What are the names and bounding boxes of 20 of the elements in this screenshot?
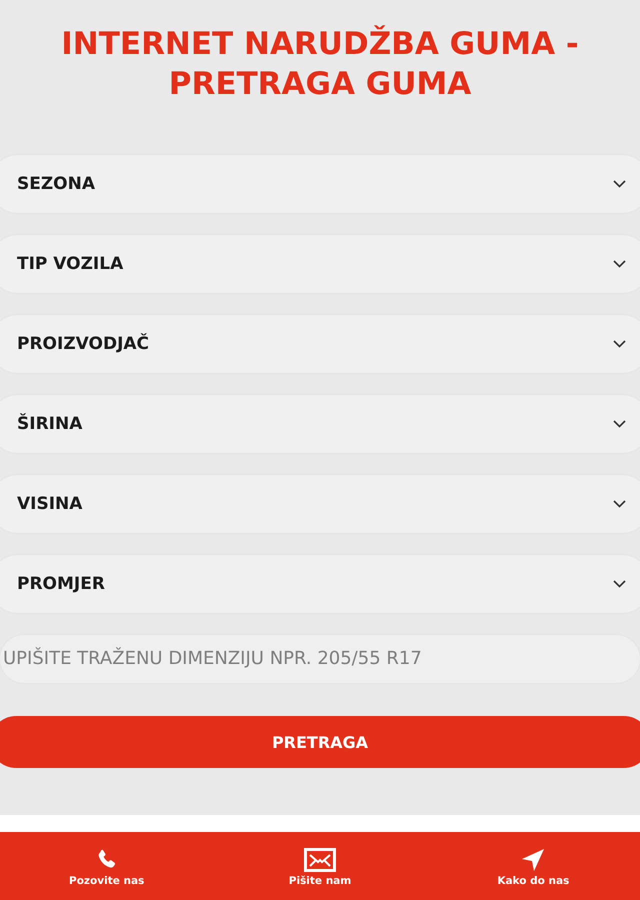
dropdown-field[interactable]: PROMJER	[0, 555, 640, 613]
chevron-down-icon	[613, 580, 626, 588]
page-title: INTERNET NARUDŽBA GUMA - PRETRAGA GUMA	[60, 24, 580, 104]
directions-link[interactable]: Kako do nas	[497, 846, 570, 886]
call-link[interactable]: Pozovite nas	[69, 846, 144, 886]
dropdown-field[interactable]: TIP VOZILA	[0, 235, 640, 293]
chevron-down-icon	[613, 340, 626, 348]
dropdown-field[interactable]: VISINA	[0, 475, 640, 533]
email-link[interactable]: Pišite nam	[288, 846, 352, 886]
envelope-icon	[304, 848, 336, 872]
chevron-down-icon	[613, 180, 626, 188]
chevron-down-icon	[613, 260, 626, 268]
dropdown-field[interactable]: SEZONA	[0, 155, 640, 213]
dimension-input-field[interactable]: UPIŠITE TRAŽENU DIMENZIJU NPR. 205/55 R17	[0, 635, 640, 683]
chevron-down-icon	[613, 420, 626, 428]
search-button[interactable]: PRETRAGA	[0, 716, 640, 768]
navigation-arrow-icon	[521, 848, 546, 872]
dropdown-field[interactable]: ŠIRINA	[0, 395, 640, 453]
dropdown-field[interactable]: PROIZVODJAČ	[0, 315, 640, 373]
chevron-down-icon	[613, 500, 626, 508]
